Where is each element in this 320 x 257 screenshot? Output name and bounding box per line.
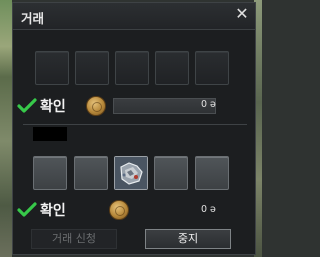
partner-slot-1[interactable]: [35, 51, 69, 85]
own-confirm-label: 확인: [40, 203, 66, 219]
own-slot-2[interactable]: [74, 156, 108, 190]
trade-request-button[interactable]: 거래 신청: [31, 229, 117, 249]
own-slot-4[interactable]: [154, 156, 188, 190]
partner-confirm: 확인: [17, 96, 66, 116]
background-scenery-left: [0, 0, 12, 257]
partner-slot-3[interactable]: [115, 51, 149, 85]
armor-item-icon[interactable]: [115, 157, 147, 189]
partner-slot-4[interactable]: [155, 51, 189, 85]
player-name-box: [33, 127, 67, 141]
check-icon: [17, 98, 37, 113]
partner-money-unit: ə: [210, 99, 216, 110]
close-icon[interactable]: ✕: [234, 5, 250, 23]
own-slot-3[interactable]: [114, 156, 148, 190]
own-slot-5[interactable]: [195, 156, 229, 190]
partner-slot-2[interactable]: [75, 51, 109, 85]
section-divider: [23, 124, 247, 125]
own-money-value[interactable]: 0: [201, 204, 207, 215]
partner-slot-5[interactable]: [195, 51, 229, 85]
own-money-unit: ə: [210, 204, 216, 215]
title-bar[interactable]: 거래 ✕: [13, 3, 255, 30]
coin-icon: [86, 96, 106, 116]
stop-button[interactable]: 중지: [145, 229, 231, 249]
partner-confirm-label: 확인: [40, 99, 66, 115]
own-slot-1[interactable]: [33, 156, 67, 190]
coin-icon: [109, 200, 129, 220]
window-title: 거래: [21, 11, 45, 26]
check-icon: [17, 202, 37, 217]
partner-money-value: 0: [201, 99, 208, 110]
trade-window: 거래 ✕ 확인 0 ə 확인 0 ə 거래 신청 중지: [12, 2, 256, 255]
own-confirm: 확인: [17, 200, 66, 220]
